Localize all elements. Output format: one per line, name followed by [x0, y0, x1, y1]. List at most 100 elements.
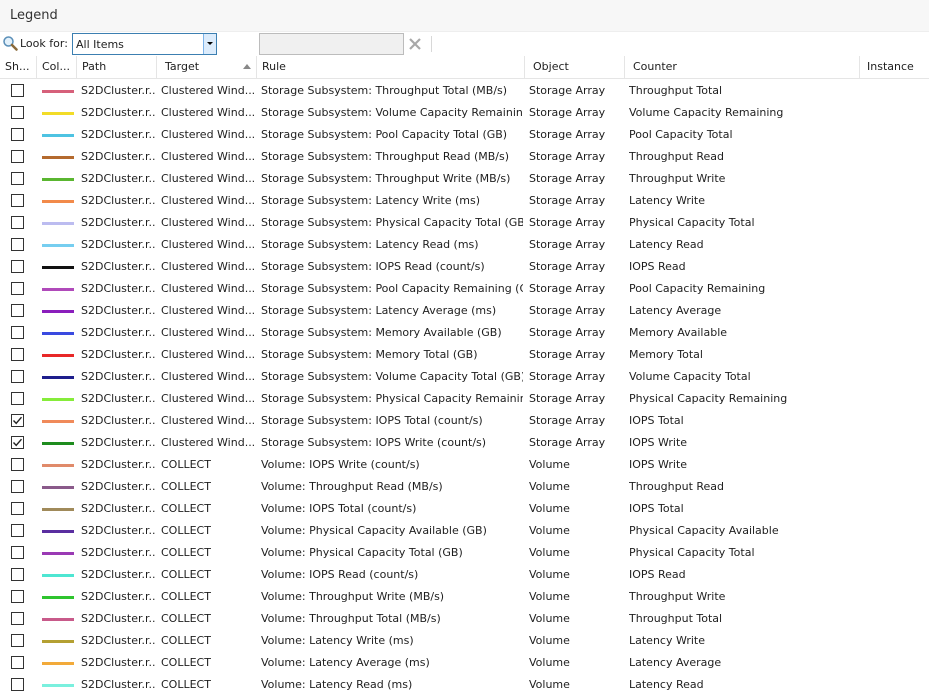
show-checkbox[interactable] — [11, 436, 24, 449]
table-row[interactable]: S2DCluster.r... COLLECT Volume: IOPS Read … — [0, 564, 929, 586]
show-checkbox[interactable] — [11, 414, 24, 427]
color-swatch[interactable] — [42, 266, 74, 269]
table-row[interactable]: S2DCluster.r... Clustered Wind... Storage … — [0, 344, 929, 366]
show-checkbox[interactable] — [11, 524, 24, 537]
column-header-instance[interactable]: Instance — [860, 56, 929, 78]
table-row[interactable]: S2DCluster.r... Clustered Wind... Storage … — [0, 168, 929, 190]
table-row[interactable]: S2DCluster.r... COLLECT Volume: IOPS Total… — [0, 498, 929, 520]
color-swatch[interactable] — [42, 442, 74, 445]
column-header-show[interactable]: Sh... — [0, 56, 37, 78]
table-row[interactable]: S2DCluster.r... Clustered Wind... Storage … — [0, 124, 929, 146]
instance-cell — [867, 366, 927, 388]
show-checkbox[interactable] — [11, 392, 24, 405]
table-row[interactable]: S2DCluster.r... Clustered Wind... Storage … — [0, 80, 929, 102]
table-row[interactable]: S2DCluster.r... COLLECT Volume: Throughput… — [0, 586, 929, 608]
color-swatch[interactable] — [42, 156, 74, 159]
column-header-object[interactable]: Object — [525, 56, 625, 78]
table-row[interactable]: S2DCluster.r... Clustered Wind... Storage … — [0, 366, 929, 388]
color-swatch[interactable] — [42, 618, 74, 621]
color-swatch[interactable] — [42, 178, 74, 181]
show-checkbox[interactable] — [11, 678, 24, 691]
table-row[interactable]: S2DCluster.r... COLLECT Volume: Latency Av… — [0, 652, 929, 674]
show-checkbox[interactable] — [11, 128, 24, 141]
close-icon[interactable] — [407, 36, 423, 52]
column-header-target[interactable]: Target — [157, 56, 257, 78]
color-swatch[interactable] — [42, 244, 74, 247]
search-input[interactable] — [259, 33, 404, 55]
show-checkbox[interactable] — [11, 612, 24, 625]
table-row[interactable]: S2DCluster.r... Clustered Wind... Storage … — [0, 190, 929, 212]
show-checkbox[interactable] — [11, 480, 24, 493]
table-row[interactable]: S2DCluster.r... Clustered Wind... Storage … — [0, 102, 929, 124]
color-swatch[interactable] — [42, 596, 74, 599]
table-row[interactable]: S2DCluster.r... Clustered Wind... Storage … — [0, 234, 929, 256]
show-checkbox[interactable] — [11, 238, 24, 251]
color-swatch[interactable] — [42, 200, 74, 203]
color-swatch[interactable] — [42, 530, 74, 533]
table-row[interactable]: S2DCluster.r... COLLECT Volume: Throughput… — [0, 608, 929, 630]
color-swatch[interactable] — [42, 486, 74, 489]
table-row[interactable]: S2DCluster.r... Clustered Wind... Storage … — [0, 256, 929, 278]
color-swatch[interactable] — [42, 684, 74, 687]
table-row[interactable]: S2DCluster.r... Clustered Wind... Storage … — [0, 410, 929, 432]
show-checkbox[interactable] — [11, 634, 24, 647]
color-swatch[interactable] — [42, 552, 74, 555]
color-swatch[interactable] — [42, 288, 74, 291]
show-checkbox[interactable] — [11, 656, 24, 669]
color-swatch[interactable] — [42, 134, 74, 137]
show-checkbox[interactable] — [11, 194, 24, 207]
table-row[interactable]: S2DCluster.r... COLLECT Volume: Latency Re… — [0, 674, 929, 696]
column-header-rule[interactable]: Rule — [257, 56, 525, 78]
show-checkbox[interactable] — [11, 370, 24, 383]
table-row[interactable]: S2DCluster.r... Clustered Wind... Storage … — [0, 432, 929, 454]
show-checkbox[interactable] — [11, 590, 24, 603]
table-row[interactable]: S2DCluster.r... COLLECT Volume: IOPS Write… — [0, 454, 929, 476]
color-swatch[interactable] — [42, 398, 74, 401]
show-checkbox[interactable] — [11, 172, 24, 185]
color-swatch[interactable] — [42, 640, 74, 643]
show-checkbox[interactable] — [11, 282, 24, 295]
table-row[interactable]: S2DCluster.r... Clustered Wind... Storage … — [0, 278, 929, 300]
color-swatch[interactable] — [42, 662, 74, 665]
column-header-path[interactable]: Path — [77, 56, 157, 78]
show-checkbox[interactable] — [11, 84, 24, 97]
path-cell: S2DCluster.r... — [81, 546, 155, 559]
color-swatch[interactable] — [42, 508, 74, 511]
color-swatch[interactable] — [42, 376, 74, 379]
color-swatch[interactable] — [42, 90, 74, 93]
color-swatch[interactable] — [42, 332, 74, 335]
show-checkbox[interactable] — [11, 260, 24, 273]
table-row[interactable]: S2DCluster.r... COLLECT Volume: Latency Wr… — [0, 630, 929, 652]
chevron-down-icon[interactable] — [203, 34, 216, 54]
column-header-counter[interactable]: Counter — [625, 56, 860, 78]
show-checkbox[interactable] — [11, 348, 24, 361]
color-swatch[interactable] — [42, 222, 74, 225]
show-checkbox[interactable] — [11, 326, 24, 339]
table-row[interactable]: S2DCluster.r... Clustered Wind... Storage … — [0, 146, 929, 168]
table-row[interactable]: S2DCluster.r... Clustered Wind... Storage … — [0, 212, 929, 234]
table-row[interactable]: S2DCluster.r... COLLECT Volume: Throughput… — [0, 476, 929, 498]
show-checkbox[interactable] — [11, 546, 24, 559]
table-row[interactable]: S2DCluster.r... Clustered Wind... Storage … — [0, 322, 929, 344]
color-swatch[interactable] — [42, 354, 74, 357]
show-checkbox[interactable] — [11, 458, 24, 471]
show-checkbox[interactable] — [11, 106, 24, 119]
color-swatch[interactable] — [42, 574, 74, 577]
color-swatch[interactable] — [42, 420, 74, 423]
show-checkbox[interactable] — [11, 150, 24, 163]
color-swatch[interactable] — [42, 112, 74, 115]
show-checkbox[interactable] — [11, 216, 24, 229]
color-swatch[interactable] — [42, 310, 74, 313]
show-checkbox[interactable] — [11, 304, 24, 317]
table-row[interactable]: S2DCluster.r... Clustered Wind... Storage … — [0, 388, 929, 410]
color-swatch[interactable] — [42, 464, 74, 467]
filter-dropdown[interactable]: All Items — [72, 33, 217, 55]
counter-cell: Throughput Total — [629, 612, 723, 625]
column-header-color[interactable]: Col... — [37, 56, 77, 78]
table-row[interactable]: S2DCluster.r... COLLECT Volume: Physical C… — [0, 542, 929, 564]
table-row[interactable]: S2DCluster.r... Clustered Wind... Storage … — [0, 300, 929, 322]
show-checkbox[interactable] — [11, 568, 24, 581]
table-row[interactable]: S2DCluster.r... COLLECT Volume: Physical C… — [0, 520, 929, 542]
show-checkbox[interactable] — [11, 502, 24, 515]
target-cell: Clustered Wind... — [161, 84, 254, 97]
